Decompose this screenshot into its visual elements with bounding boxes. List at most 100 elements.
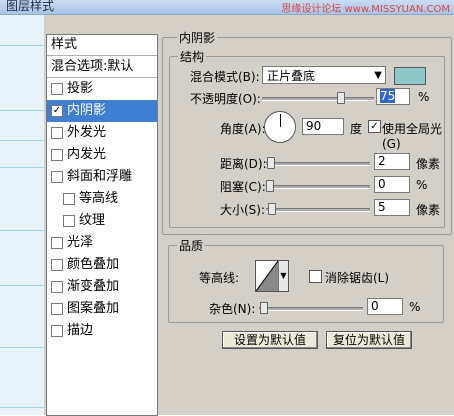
opacity-slider-thumb[interactable] <box>337 92 345 104</box>
styles-header[interactable]: 样式 <box>47 35 157 56</box>
style-item[interactable]: 斜面和浮雕 <box>47 166 157 188</box>
blend-mode-select[interactable]: 正片叠底 ▼ <box>262 66 386 84</box>
choke-input[interactable]: 0 <box>374 176 410 193</box>
dropdown-arrow-icon: ▼ <box>374 70 382 81</box>
choke-unit: % <box>416 178 428 192</box>
choke-label: 阻塞(C): <box>220 180 266 194</box>
style-item-checkbox[interactable] <box>51 281 63 293</box>
structure-title: 结构 <box>178 48 207 65</box>
style-item[interactable]: 纹理 <box>47 210 157 232</box>
global-light-label: 使用全局光(G) <box>382 122 443 151</box>
style-item[interactable]: 等高线 <box>47 188 157 210</box>
style-item-checkbox[interactable] <box>51 259 63 271</box>
size-slider[interactable] <box>266 208 370 212</box>
style-item[interactable]: 图案叠加 <box>47 298 157 320</box>
contour-label: 等高线: <box>199 271 240 285</box>
style-item[interactable]: 颜色叠加 <box>47 254 157 276</box>
style-item[interactable]: 内发光 <box>47 144 157 166</box>
distance-unit: 像素 <box>416 157 441 171</box>
style-item[interactable]: ✓ 内阴影 <box>47 100 157 122</box>
inner-shadow-title: 内阴影 <box>177 29 218 46</box>
guide-line <box>0 407 44 408</box>
quality-title: 品质 <box>177 237 206 254</box>
blend-mode-label: 混合模式(B): <box>190 70 260 84</box>
style-item-checkbox[interactable] <box>51 303 63 315</box>
style-item-label: 内阴影 <box>67 103 107 118</box>
angle-needle <box>280 114 281 127</box>
style-item-label: 内发光 <box>67 147 107 162</box>
contour-picker[interactable]: ▼ <box>255 260 289 292</box>
antialias-checkbox[interactable] <box>309 270 322 283</box>
opacity-slider[interactable] <box>262 97 374 101</box>
style-item-label: 图案叠加 <box>67 301 120 316</box>
make-default-button[interactable]: 设置为默认值 <box>222 331 318 349</box>
style-item[interactable]: 光泽 <box>47 232 157 254</box>
noise-slider-thumb[interactable] <box>260 302 268 314</box>
opacity-unit: % <box>418 90 430 104</box>
shadow-color-swatch[interactable] <box>394 67 426 85</box>
angle-value: 90 <box>306 119 322 133</box>
distance-value: 2 <box>378 154 386 168</box>
style-item[interactable]: 描边 <box>47 320 157 342</box>
choke-slider[interactable] <box>266 185 370 189</box>
noise-input[interactable]: 0 <box>367 298 403 315</box>
choke-value: 0 <box>378 177 386 191</box>
style-item-label: 外发光 <box>67 125 107 140</box>
guide-line <box>0 167 44 168</box>
size-unit: 像素 <box>416 203 441 217</box>
noise-slider[interactable] <box>259 307 363 311</box>
distance-label: 距离(D): <box>220 157 267 171</box>
distance-slider[interactable] <box>266 162 370 166</box>
size-slider-thumb[interactable] <box>268 203 276 215</box>
style-item[interactable]: 外发光 <box>47 122 157 144</box>
global-light-checkbox[interactable]: ✓ <box>368 120 381 133</box>
opacity-value: 75 <box>380 89 396 103</box>
guide-line <box>0 45 44 46</box>
contour-curve-icon <box>256 261 279 291</box>
noise-unit: % <box>409 300 421 314</box>
guide-line <box>0 110 44 111</box>
angle-label: 角度(A): <box>220 122 266 136</box>
layer-style-dialog: 样式 混合选项:默认 投影 ✓ 内阴影外发光内发光斜面和浮雕等高线纹理光泽颜色叠加渐… <box>44 15 454 416</box>
antialias-label: 消除锯齿(L) <box>325 271 390 285</box>
style-item-checkbox[interactable] <box>51 325 63 337</box>
style-item-label: 渐变叠加 <box>67 279 120 294</box>
choke-slider-thumb[interactable] <box>266 180 274 192</box>
angle-input[interactable]: 90 <box>302 118 344 135</box>
reset-default-button[interactable]: 复位为默认值 <box>326 331 412 349</box>
quality-group: 品质 等高线: ▼ 消除锯齿(L) 杂色(N): 0 % <box>168 237 444 323</box>
style-item-checkbox[interactable] <box>63 215 75 227</box>
guide-line <box>0 285 44 286</box>
style-item-label: 光泽 <box>67 235 94 250</box>
style-item-checkbox[interactable] <box>51 149 63 161</box>
style-item-checkbox[interactable] <box>51 127 63 139</box>
noise-label: 杂色(N): <box>209 302 256 316</box>
canvas-guides <box>0 15 44 415</box>
style-item-checkbox[interactable] <box>63 193 75 205</box>
blending-options-item[interactable]: 混合选项:默认 <box>47 56 157 78</box>
contour-dropdown-icon[interactable]: ▼ <box>278 261 288 291</box>
opacity-input[interactable]: 75 <box>376 88 410 105</box>
size-input[interactable]: 5 <box>374 199 410 216</box>
angle-dial[interactable] <box>264 111 296 143</box>
noise-value: 0 <box>371 299 379 313</box>
style-item-checkbox[interactable]: ✓ <box>51 105 63 117</box>
style-item-label: 颜色叠加 <box>67 257 120 272</box>
window-title: 图层样式 <box>6 0 55 13</box>
size-value: 5 <box>378 200 386 214</box>
opacity-label: 不透明度(O): <box>190 92 261 106</box>
style-item-checkbox[interactable] <box>51 171 63 183</box>
style-item-label: 斜面和浮雕 <box>67 169 133 184</box>
style-item-label: 等高线 <box>79 191 119 206</box>
style-item[interactable]: 投影 <box>47 78 157 100</box>
size-label: 大小(S): <box>220 203 266 217</box>
style-item-checkbox[interactable] <box>51 83 63 95</box>
guide-line <box>0 230 44 231</box>
title-bar: 图层样式 思缘设计论坛 www.MISSYUAN.COM <box>0 0 454 15</box>
style-item-label: 纹理 <box>79 213 106 228</box>
distance-slider-thumb[interactable] <box>267 157 275 169</box>
style-item-checkbox[interactable] <box>51 237 63 249</box>
style-item[interactable]: 渐变叠加 <box>47 276 157 298</box>
watermark: 思缘设计论坛 www.MISSYUAN.COM <box>281 4 450 15</box>
distance-input[interactable]: 2 <box>374 153 410 170</box>
